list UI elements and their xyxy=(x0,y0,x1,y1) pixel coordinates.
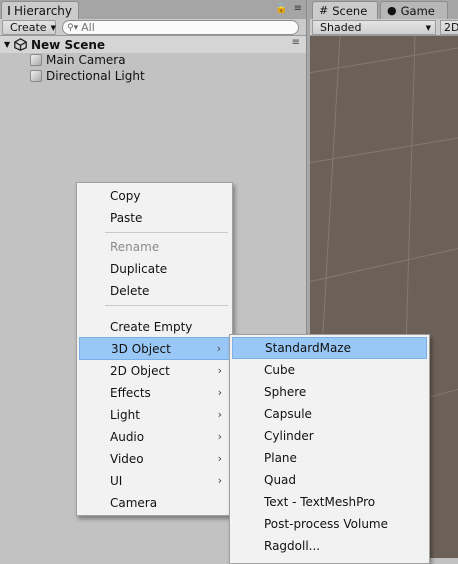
submenu-item-cylinder[interactable]: Cylinder xyxy=(232,425,427,446)
hierarchy-item-label: Directional Light xyxy=(46,69,145,83)
panel-menu-icon[interactable]: ≡ xyxy=(294,3,302,14)
menu-item-label: Create Empty xyxy=(110,319,193,334)
scene-toolbar: Shaded ▼ 2D xyxy=(310,19,458,36)
submenu-item-sphere[interactable]: Sphere xyxy=(232,381,427,402)
menu-item-paste[interactable]: Paste xyxy=(79,207,230,228)
toggle-2d-button[interactable]: 2D xyxy=(440,20,458,35)
menu-item-effects[interactable]: Effects › xyxy=(79,382,230,403)
tab-scene[interactable]: # Scene xyxy=(312,1,378,19)
submenu-arrow-icon: › xyxy=(217,386,222,399)
scene-name: New Scene xyxy=(31,37,106,52)
menu-item-label: Delete xyxy=(110,283,150,298)
submenu-item-label: Capsule xyxy=(264,406,312,421)
dropdown-arrow-icon: ▼ xyxy=(425,23,431,32)
search-field[interactable]: ⚲▾ xyxy=(62,20,299,35)
menu-item-copy[interactable]: Copy xyxy=(79,185,230,206)
scene-tab-strip: # Scene ● Game xyxy=(310,0,458,19)
tab-game-label: Game xyxy=(400,3,435,18)
game-controller-icon: ● xyxy=(387,4,397,17)
submenu-arrow-icon: › xyxy=(217,408,222,421)
submenu-item-capsule[interactable]: Capsule xyxy=(232,403,427,424)
menu-item-delete[interactable]: Delete xyxy=(79,280,230,301)
menu-item-label: Light xyxy=(110,407,140,422)
menu-item-rename[interactable]: Rename xyxy=(79,236,230,257)
shading-mode-dropdown[interactable]: Shaded ▼ xyxy=(312,20,436,35)
submenu-item-label: Ragdoll... xyxy=(264,538,321,553)
menu-item-label: Audio xyxy=(110,429,145,444)
menu-item-create-empty[interactable]: Create Empty xyxy=(79,316,230,337)
menu-item-label: Copy xyxy=(110,188,141,203)
menu-item-ui[interactable]: UI › xyxy=(79,470,230,491)
menu-item-duplicate[interactable]: Duplicate xyxy=(79,258,230,279)
submenu-item-label: Plane xyxy=(264,450,297,465)
search-input[interactable] xyxy=(78,21,279,34)
menu-item-camera[interactable]: Camera xyxy=(79,492,230,513)
scene-root-row[interactable]: ▼ New Scene ≡ xyxy=(0,36,306,53)
submenu-arrow-icon: › xyxy=(217,452,222,465)
submenu-item-label: StandardMaze xyxy=(265,341,351,355)
submenu-arrow-icon: › xyxy=(217,474,222,487)
submenu-item-label: Quad xyxy=(264,472,297,487)
submenu-arrow-icon: › xyxy=(217,364,222,377)
unity-scene-icon xyxy=(14,38,27,51)
dropdown-arrow-icon: ▼ xyxy=(50,23,56,32)
menu-item-label: Rename xyxy=(110,239,160,254)
hierarchy-item-directional-light[interactable]: Directional Light xyxy=(0,68,306,84)
menu-item-label: Paste xyxy=(110,210,143,225)
hierarchy-icon xyxy=(8,6,10,15)
submenu-item-standardmaze[interactable]: StandardMaze xyxy=(232,337,427,359)
tab-scene-label: Scene xyxy=(332,3,368,18)
create-button-label: Create xyxy=(10,21,47,34)
gameobject-icon xyxy=(30,54,42,66)
window-controls: 🔒 ≡ xyxy=(275,3,302,14)
tab-game[interactable]: ● Game xyxy=(380,1,448,19)
scene-options-icon[interactable]: ≡ xyxy=(292,37,300,48)
menu-item-2d-object[interactable]: 2D Object › xyxy=(79,360,230,381)
menu-item-label: Video xyxy=(110,451,144,466)
submenu-item-ragdoll[interactable]: Ragdoll... xyxy=(232,535,427,556)
submenu-item-label: Post-process Volume xyxy=(264,516,388,531)
submenu-arrow-icon: › xyxy=(216,342,221,355)
menu-item-label: UI xyxy=(110,473,123,488)
create-dropdown-button[interactable]: Create ▼ xyxy=(2,20,56,35)
hierarchy-toolbar: Create ▼ ⚲▾ xyxy=(0,19,306,36)
submenu-item-label: Text - TextMeshPro xyxy=(264,494,376,509)
submenu-item-cube[interactable]: Cube xyxy=(232,359,427,380)
submenu-item-quad[interactable]: Quad xyxy=(232,469,427,490)
menu-item-video[interactable]: Video › xyxy=(79,448,230,469)
menu-item-audio[interactable]: Audio › xyxy=(79,426,230,447)
submenu-item-label: Cylinder xyxy=(264,428,314,443)
shading-mode-label: Shaded xyxy=(320,21,362,34)
menu-separator xyxy=(105,305,228,306)
submenu-arrow-icon: › xyxy=(217,430,222,443)
submenu-item-text-textmeshpro[interactable]: Text - TextMeshPro xyxy=(232,491,427,512)
hierarchy-tab-strip: Hierarchy 🔒 ≡ xyxy=(0,0,306,19)
toggle-2d-label: 2D xyxy=(444,21,458,34)
gameobject-icon xyxy=(30,70,42,82)
search-icon[interactable]: ⚲▾ xyxy=(67,23,78,33)
fold-arrow-icon[interactable]: ▼ xyxy=(0,40,14,49)
submenu-item-label: Sphere xyxy=(264,384,307,399)
menu-item-label: Effects xyxy=(110,385,151,400)
submenu-item-plane[interactable]: Plane xyxy=(232,447,427,468)
menu-item-3d-object[interactable]: 3D Object › xyxy=(79,337,230,360)
tab-hierarchy[interactable]: Hierarchy xyxy=(1,1,79,19)
menu-item-label: Camera xyxy=(110,495,158,510)
menu-item-label: Duplicate xyxy=(110,261,168,276)
context-menu: Copy Paste Rename Duplicate Delete Creat… xyxy=(76,182,233,516)
hierarchy-item-label: Main Camera xyxy=(46,53,126,67)
menu-item-label: 3D Object xyxy=(111,341,171,356)
submenu-3d-object: StandardMaze Cube Sphere Capsule Cylinde… xyxy=(229,334,430,564)
submenu-item-post-process-volume[interactable]: Post-process Volume xyxy=(232,513,427,534)
menu-item-label: 2D Object xyxy=(110,363,170,378)
menu-item-light[interactable]: Light › xyxy=(79,404,230,425)
lock-icon[interactable]: 🔒 xyxy=(275,3,287,14)
submenu-item-label: Cube xyxy=(264,362,295,377)
hierarchy-item-main-camera[interactable]: Main Camera xyxy=(0,52,306,68)
menu-separator xyxy=(105,232,228,233)
tab-hierarchy-label: Hierarchy xyxy=(14,3,73,18)
scene-grid-icon: # xyxy=(319,4,329,17)
